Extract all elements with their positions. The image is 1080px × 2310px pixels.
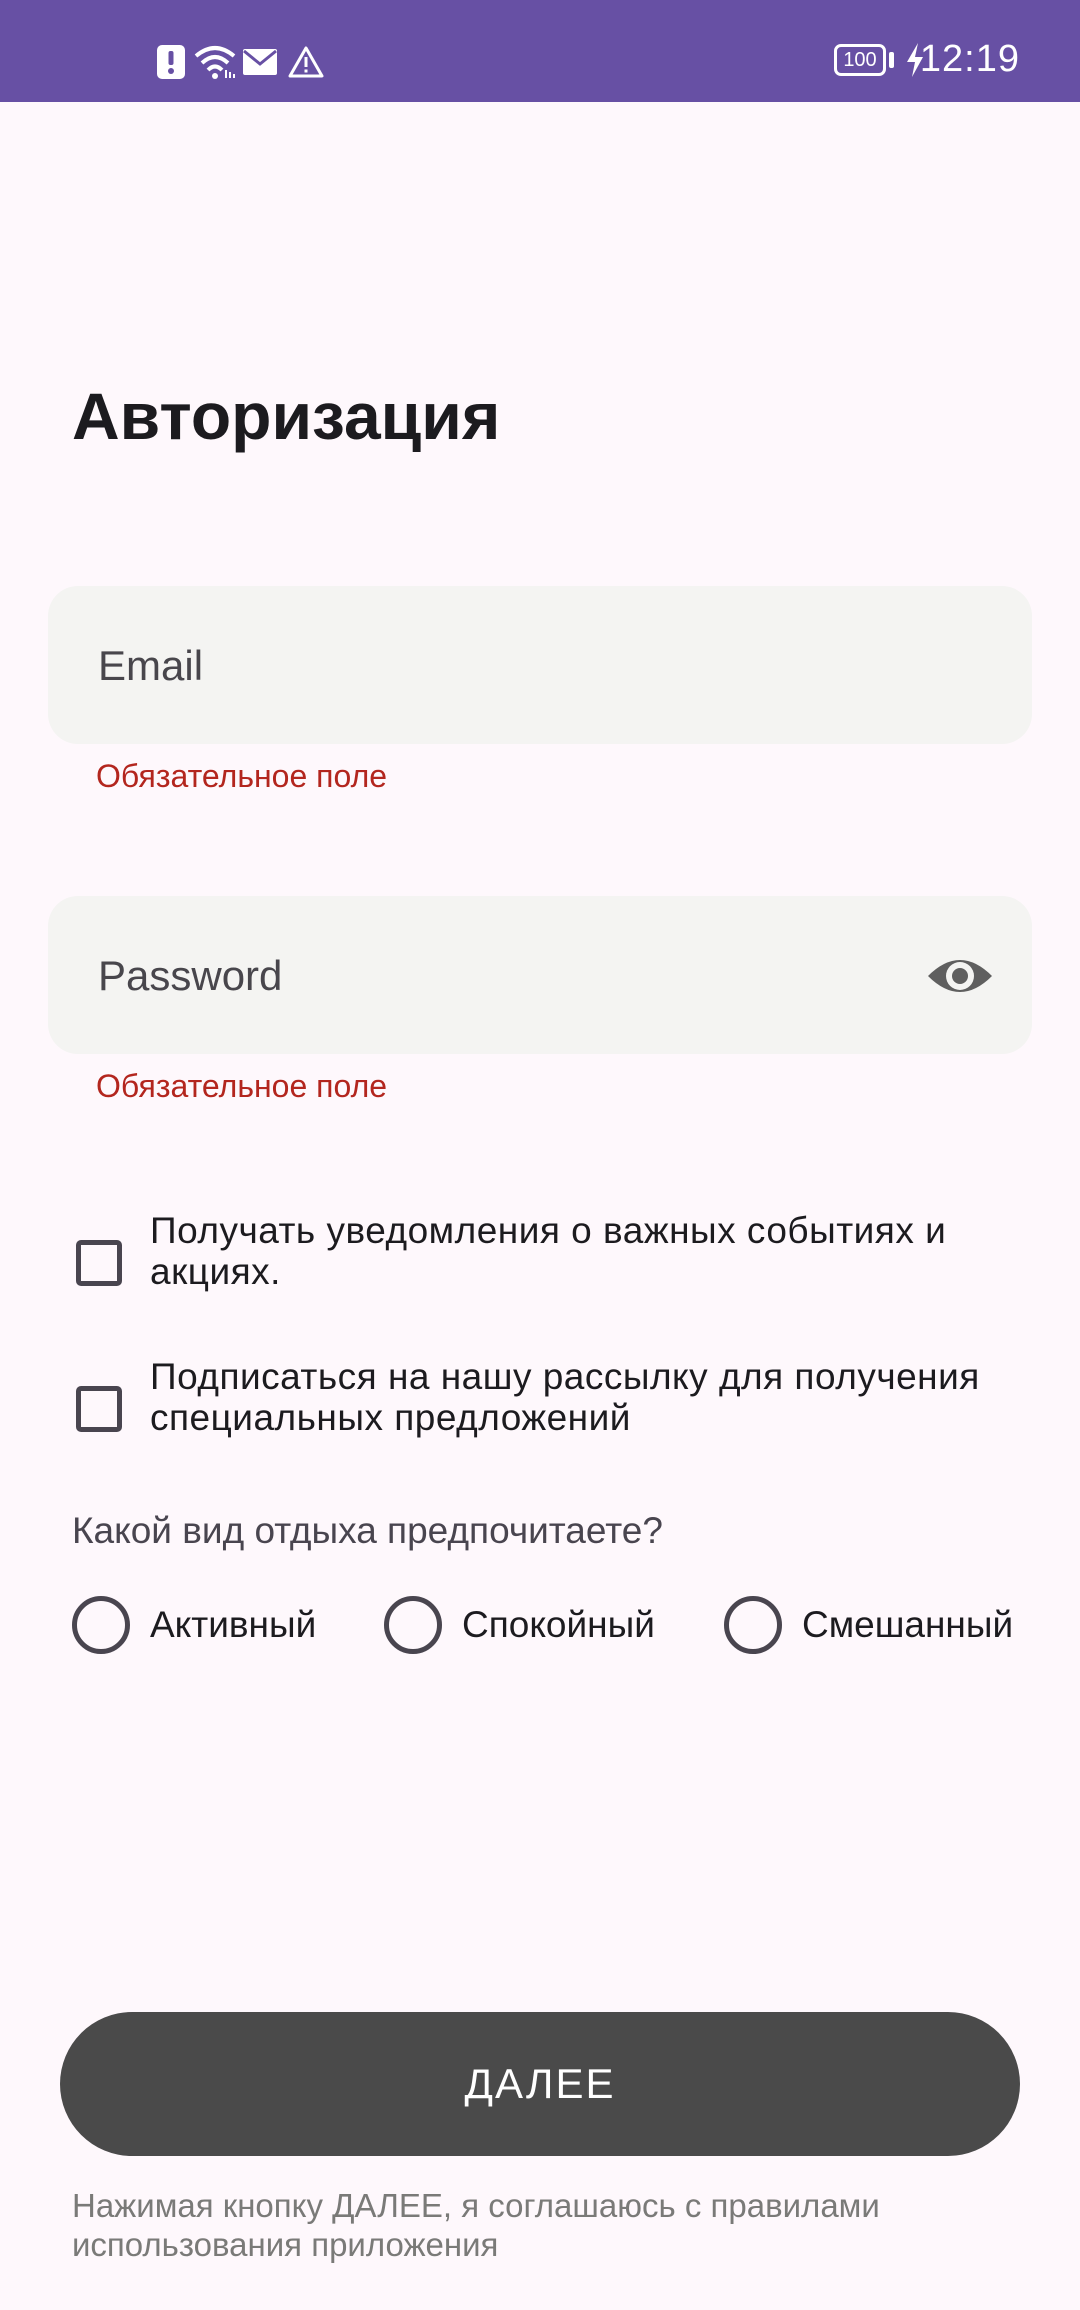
password-field-container (48, 896, 1032, 1056)
newsletter-checkbox[interactable] (76, 1386, 122, 1432)
newsletter-checkbox-label: Подписаться на нашу рассылку для получен… (150, 1356, 980, 1438)
warning-icon (288, 46, 324, 78)
radio-active-circle[interactable] (72, 1596, 130, 1654)
battery-icon: 100 (834, 44, 886, 76)
battery-tip (889, 52, 894, 68)
radio-active-label: Активный (150, 1604, 317, 1645)
email-field[interactable] (96, 586, 920, 746)
radio-calm-circle[interactable] (384, 1596, 442, 1654)
status-time: 12:19 (919, 38, 1020, 80)
notifications-checkbox[interactable] (76, 1240, 122, 1286)
notifications-checkbox-label: Получать уведомления о важных событиях и… (150, 1210, 947, 1292)
radio-mixed-label: Смешанный (802, 1604, 1014, 1645)
wifi-icon (194, 46, 236, 79)
email-error-text: Обязательное поле (96, 758, 388, 794)
eye-icon[interactable] (924, 940, 996, 1012)
password-error-text: Обязательное поле (96, 1068, 388, 1104)
page-title: Авторизация (72, 379, 501, 453)
vacation-question: Какой вид отдыха предпочитаете? (72, 1510, 663, 1551)
terms-text: Нажимая кнопку ДАЛЕЕ, я соглашаюсь с пра… (72, 2187, 880, 2263)
battery-level: 100 (843, 49, 877, 71)
radio-mixed-circle[interactable] (724, 1596, 782, 1654)
alert-icon (157, 45, 185, 79)
radio-calm-label: Спокойный (462, 1604, 655, 1645)
next-button[interactable]: ДАЛЕЕ (60, 2012, 1020, 2156)
mail-icon (243, 49, 277, 75)
email-field-container (48, 586, 1032, 746)
status-bar: 100 12:19 (0, 0, 1080, 102)
password-field[interactable] (96, 896, 920, 1056)
